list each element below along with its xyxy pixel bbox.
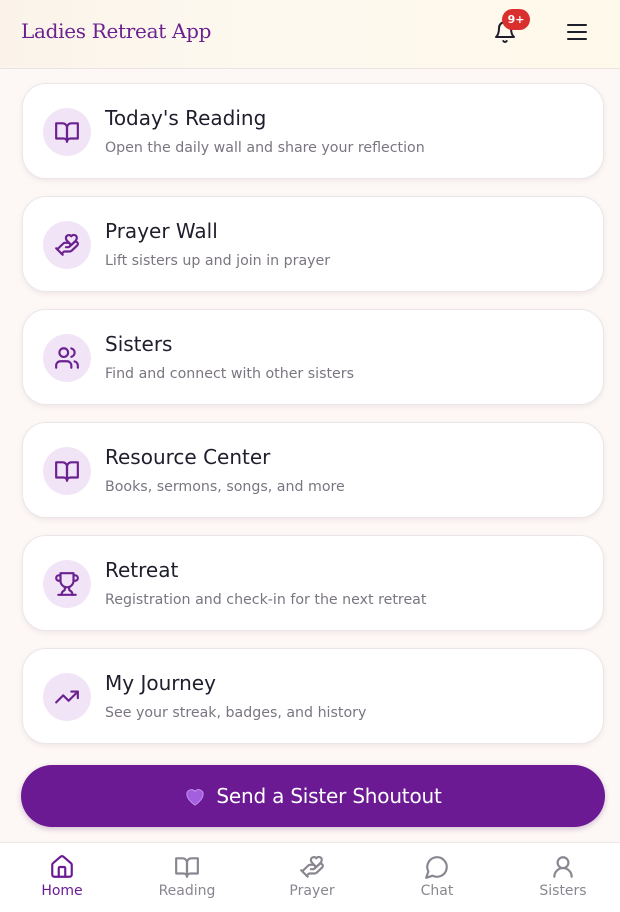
card-title: My Journey bbox=[105, 671, 216, 695]
card-subtitle: Books, sermons, songs, and more bbox=[105, 479, 345, 495]
users-icon bbox=[43, 334, 91, 382]
book-open-icon bbox=[43, 447, 91, 495]
card-prayer-wall[interactable]: Prayer Wall Lift sisters up and join in … bbox=[22, 196, 604, 292]
nav-chat[interactable]: Chat bbox=[387, 843, 487, 912]
card-subtitle: See your streak, badges, and history bbox=[105, 705, 367, 721]
app-screen: Ladies Retreat App 9+ Today's Reading Op… bbox=[0, 0, 620, 912]
card-subtitle: Registration and check-in for the next r… bbox=[105, 592, 427, 608]
card-subtitle: Lift sisters up and join in prayer bbox=[105, 253, 331, 269]
nav-label: Reading bbox=[158, 883, 216, 899]
app-title: Ladies Retreat App bbox=[21, 19, 212, 43]
hand-heart-icon bbox=[43, 221, 91, 269]
card-subtitle: Open the daily wall and share your refle… bbox=[105, 140, 425, 156]
nav-sisters[interactable]: Sisters bbox=[513, 843, 613, 912]
user-icon bbox=[553, 856, 573, 878]
app-header: Ladies Retreat App 9+ bbox=[0, 0, 620, 69]
book-open-icon bbox=[175, 857, 199, 878]
card-resource-center[interactable]: Resource Center Books, sermons, songs, a… bbox=[22, 422, 604, 518]
shoutout-label: Send a Sister Shoutout bbox=[216, 784, 442, 808]
nav-label: Chat bbox=[420, 883, 454, 899]
hamburger-menu-icon bbox=[567, 24, 587, 40]
nav-prayer[interactable]: Prayer bbox=[262, 843, 362, 912]
card-title: Prayer Wall bbox=[105, 219, 218, 243]
trophy-icon bbox=[43, 560, 91, 608]
hand-heart-icon bbox=[300, 855, 324, 878]
book-open-icon bbox=[43, 108, 91, 156]
notification-badge: 9+ bbox=[502, 9, 530, 30]
home-icon bbox=[51, 855, 73, 878]
card-sisters[interactable]: Sisters Find and connect with other sist… bbox=[22, 309, 604, 405]
nav-label: Sisters bbox=[539, 883, 587, 899]
chat-bubble-icon bbox=[425, 856, 448, 879]
card-retreat[interactable]: Retreat Registration and check-in for th… bbox=[22, 535, 604, 631]
trending-up-icon bbox=[43, 673, 91, 721]
card-title: Sisters bbox=[105, 332, 173, 356]
card-todays-reading[interactable]: Today's Reading Open the daily wall and … bbox=[22, 83, 604, 179]
card-my-journey[interactable]: My Journey See your streak, badges, and … bbox=[22, 648, 604, 744]
nav-home[interactable]: Home bbox=[12, 843, 112, 912]
card-title: Today's Reading bbox=[105, 106, 267, 130]
card-title: Retreat bbox=[105, 558, 179, 582]
send-shoutout-button[interactable]: Send a Sister Shoutout bbox=[21, 765, 605, 827]
bottom-nav: Home Reading Prayer Chat Sisters bbox=[0, 842, 620, 912]
purple-heart-icon bbox=[186, 789, 205, 806]
card-title: Resource Center bbox=[105, 445, 271, 469]
nav-label: Prayer bbox=[289, 883, 335, 899]
nav-label: Home bbox=[41, 883, 83, 899]
card-subtitle: Find and connect with other sisters bbox=[105, 366, 355, 382]
menu-button[interactable] bbox=[565, 21, 589, 43]
nav-reading[interactable]: Reading bbox=[137, 843, 237, 912]
